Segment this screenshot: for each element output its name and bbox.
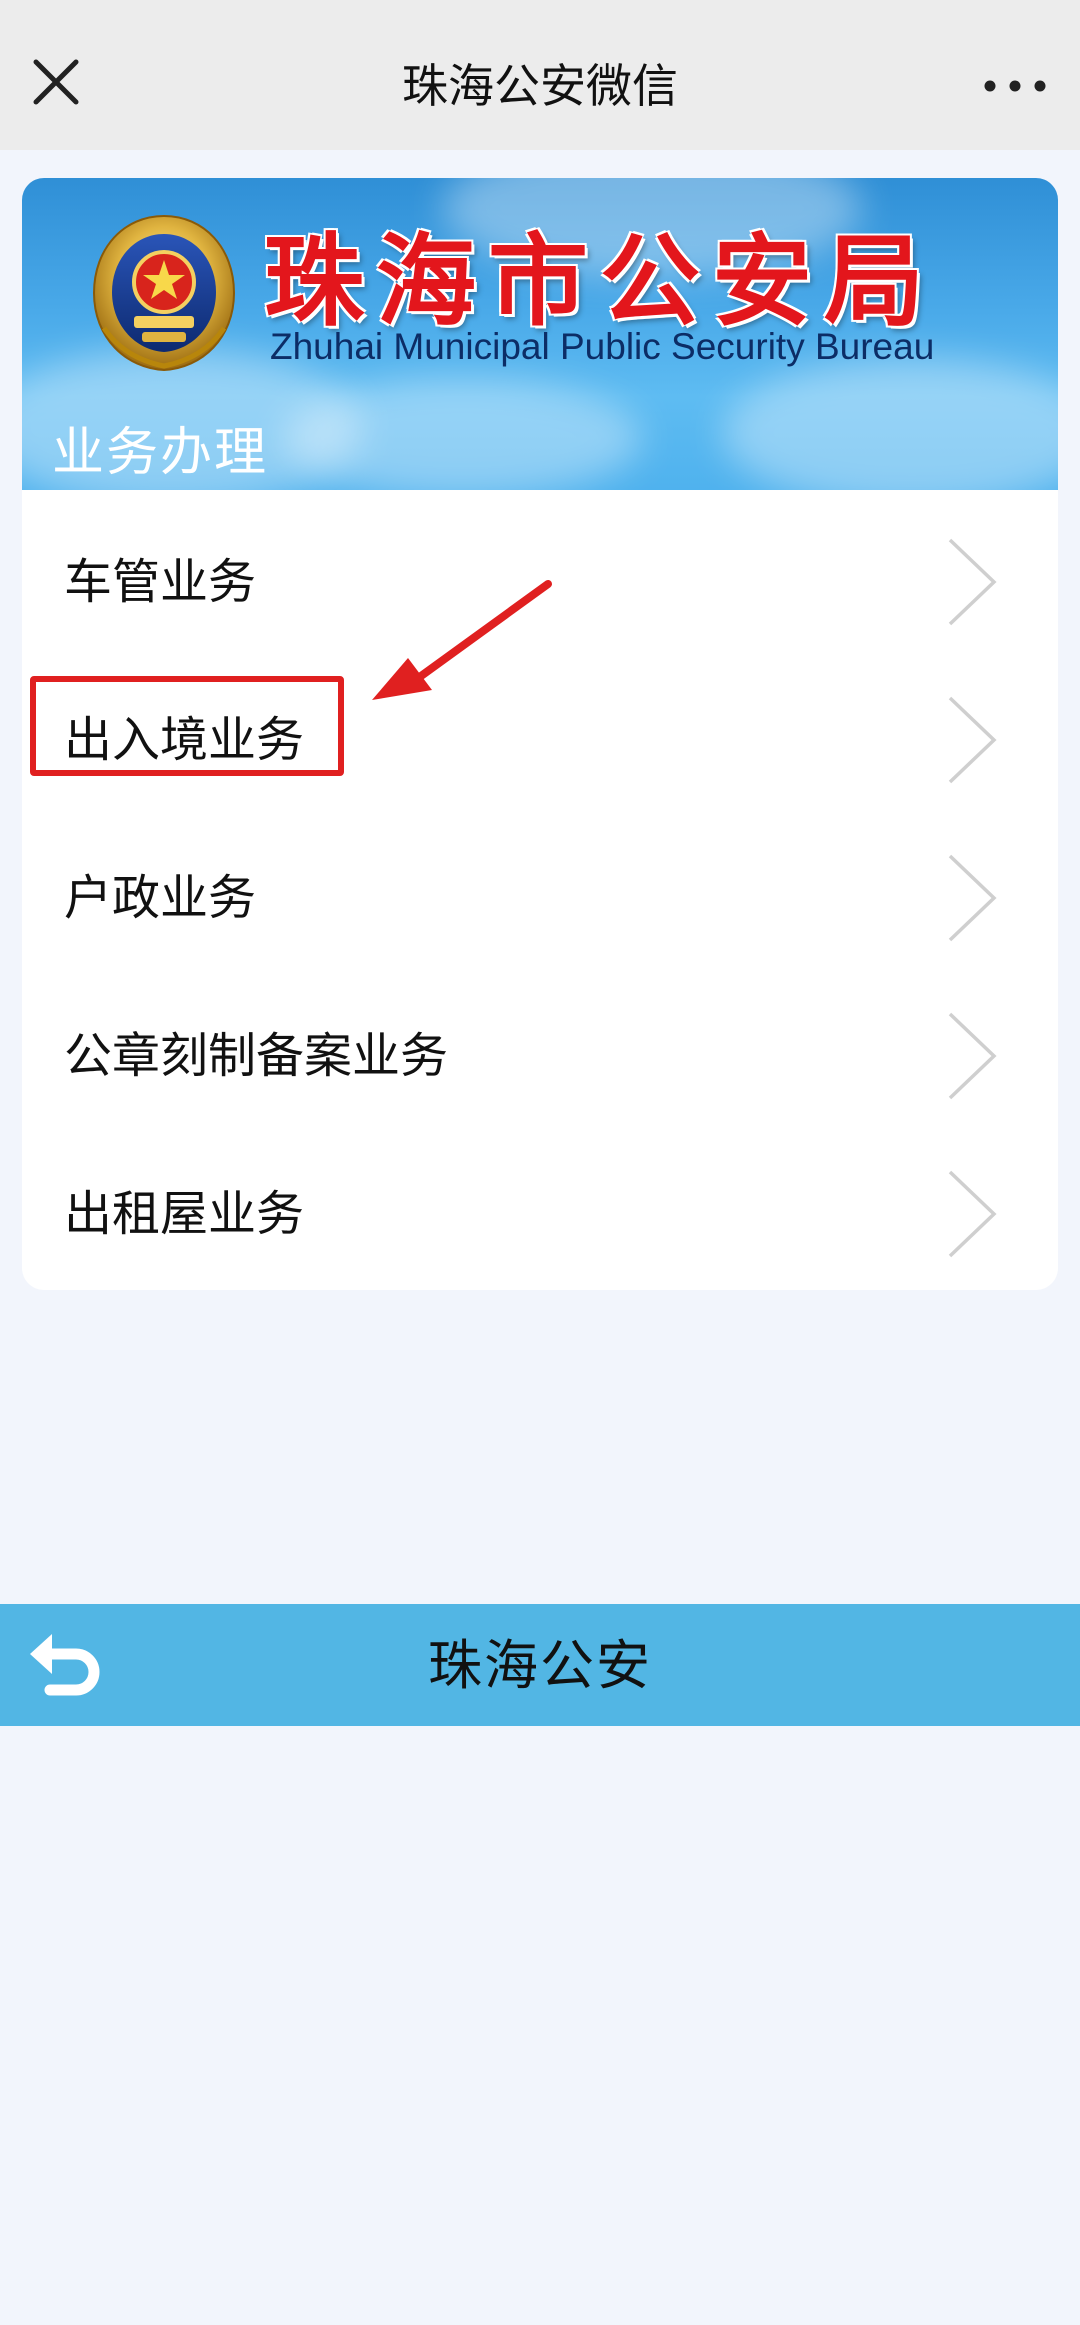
bureau-name-cn: 珠海市公安局	[264, 222, 936, 340]
chevron-right-icon	[948, 854, 997, 942]
menu-item-label: 车管业务	[64, 554, 257, 610]
chevron-right-icon	[948, 696, 997, 784]
service-menu: 车管业务 出入境业务 户政业务 公章刻制备案业务 出租屋业务	[22, 490, 1058, 1280]
menu-item-household[interactable]: 户政业务	[22, 806, 1058, 964]
back-arrow-icon[interactable]	[26, 1624, 106, 1704]
menu-item-seal-engraving[interactable]: 公章刻制备案业务	[22, 964, 1058, 1122]
menu-item-label: 户政业务	[64, 870, 257, 926]
menu-item-label: 出入境业务	[64, 712, 305, 768]
menu-item-exit-entry[interactable]: 出入境业务	[22, 648, 1058, 806]
chevron-right-icon	[948, 1012, 997, 1100]
service-card: 珠海市公安局 Zhuhai Municipal Public Security …	[22, 178, 1058, 1290]
bottom-bar: 珠海公安	[0, 1604, 1080, 1726]
chevron-right-icon	[948, 538, 997, 626]
menu-item-label: 出租屋业务	[64, 1186, 305, 1242]
chevron-right-icon	[948, 1170, 997, 1258]
menu-item-label: 公章刻制备案业务	[64, 1028, 449, 1084]
menu-item-rental-housing[interactable]: 出租屋业务	[22, 1122, 1058, 1280]
menu-item-vehicle[interactable]: 车管业务	[22, 490, 1058, 648]
police-emblem-icon	[92, 214, 236, 372]
app-title: 珠海公安	[428, 1634, 652, 1697]
close-icon[interactable]	[26, 52, 86, 112]
section-title: 业务办理	[52, 423, 269, 483]
page-title: 珠海公安微信	[402, 59, 678, 113]
more-icon[interactable]	[980, 66, 1050, 106]
top-nav-bar: 珠海公安微信	[0, 0, 1080, 150]
bureau-banner: 珠海市公安局 Zhuhai Municipal Public Security …	[22, 178, 1058, 490]
bureau-name-en: Zhuhai Municipal Public Security Bureau	[270, 326, 935, 367]
